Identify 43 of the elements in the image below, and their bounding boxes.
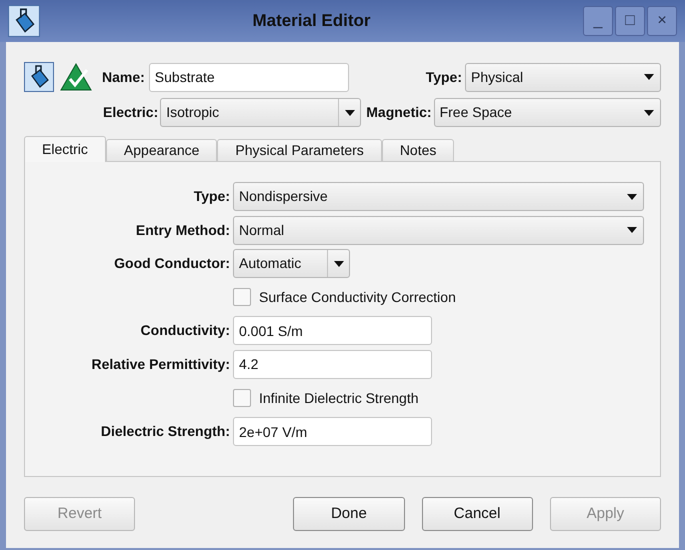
field-label: Magnetic: — [366, 103, 432, 122]
field-label: Conductivity: — [140, 321, 230, 340]
paint-bucket-icon — [8, 5, 40, 37]
cancel-button[interactable]: Cancel — [422, 497, 533, 531]
checkbox[interactable] — [233, 389, 251, 408]
window-title: Material Editor — [251, 10, 372, 32]
type-dropdown[interactable]: Physical — [465, 62, 661, 92]
dropdown[interactable]: Nondispersive — [233, 182, 644, 211]
close-button[interactable]: × — [647, 6, 677, 36]
tab[interactable]: Notes — [382, 139, 454, 162]
checkbox[interactable] — [233, 288, 251, 306]
input-field[interactable]: 4.2 — [233, 350, 432, 379]
field-label: Good Conductor: — [114, 254, 230, 274]
field-label: Entry Method: — [136, 220, 230, 240]
name-field[interactable]: Substrate — [148, 62, 349, 92]
field-label: Type: — [426, 68, 462, 87]
input-field[interactable]: 2e+07 V/m — [233, 417, 432, 446]
paint-bucket-icon — [24, 62, 54, 92]
tab[interactable]: Physical Parameters — [217, 139, 382, 162]
field-label: Relative Permittivity: — [92, 354, 230, 374]
field-label: Type: — [194, 187, 230, 206]
tab[interactable]: Electric — [24, 136, 106, 162]
dropdown[interactable]: Automatic — [233, 249, 350, 278]
checkbox-label: Surface Conductivity Correction — [259, 288, 456, 307]
check-triangle-icon — [60, 62, 92, 92]
caret-icon — [644, 110, 654, 116]
minimize-button[interactable]: _ — [583, 6, 613, 36]
caret-icon — [627, 227, 637, 234]
dropdown[interactable]: Normal — [233, 216, 644, 245]
magnetic-dropdown[interactable]: Free Space — [434, 98, 661, 127]
field-label: Electric: — [103, 103, 158, 122]
caret-icon — [627, 194, 637, 200]
caret-icon — [644, 74, 654, 80]
caret-icon — [334, 260, 344, 267]
caret-icon — [344, 110, 355, 116]
input-field[interactable]: 0.001 S/m — [233, 316, 432, 346]
tab[interactable]: Appearance — [106, 139, 218, 162]
electric-dropdown[interactable]: Isotropic — [160, 98, 362, 127]
maximize-button[interactable]: □ — [615, 6, 645, 36]
done-button[interactable]: Done — [293, 497, 404, 531]
field-label: Dielectric Strength: — [100, 422, 230, 442]
field-label: Name: — [102, 68, 145, 86]
checkbox-label: Infinite Dielectric Strength — [259, 388, 419, 408]
